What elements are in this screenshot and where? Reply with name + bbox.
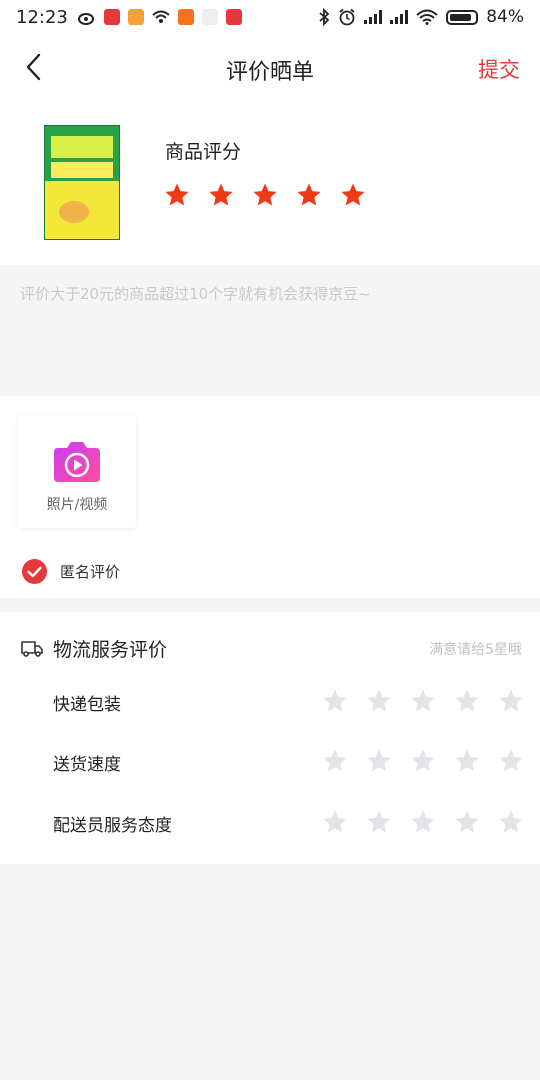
- app-notification-icon: [127, 9, 144, 25]
- star-icon[interactable]: [296, 182, 322, 208]
- product-rating-section: 商品评分: [0, 100, 540, 265]
- bluetooth-icon: [319, 8, 330, 26]
- star-icon[interactable]: [498, 688, 524, 714]
- star-icon[interactable]: [340, 182, 366, 208]
- camera-icon: [54, 442, 100, 482]
- star-icon[interactable]: [322, 809, 348, 835]
- battery-percent: 84%: [486, 7, 524, 27]
- logistics-title: 物流服务评价: [53, 639, 168, 661]
- app-notification-icon: [103, 9, 120, 25]
- status-right: 84%: [318, 7, 524, 27]
- courier-service-star-rating[interactable]: [322, 809, 524, 835]
- star-icon[interactable]: [454, 809, 480, 835]
- rating-row-label: 配送员服务态度: [53, 816, 172, 836]
- upload-photo-video-button[interactable]: 照片/视频: [18, 416, 136, 528]
- star-icon[interactable]: [498, 809, 524, 835]
- submit-button[interactable]: 提交: [478, 54, 520, 84]
- rating-row-packaging: 快递包装: [0, 682, 540, 722]
- star-icon[interactable]: [164, 182, 190, 208]
- anonymous-toggle[interactable]: 匿名评价: [22, 559, 120, 584]
- rating-row-courier-service: 配送员服务态度: [0, 803, 540, 843]
- app-notification-icon: [225, 9, 242, 25]
- rating-row-label: 快递包装: [53, 695, 121, 715]
- app-notification-icon: [201, 9, 218, 25]
- product-star-rating[interactable]: [164, 182, 366, 208]
- star-icon[interactable]: [366, 809, 392, 835]
- media-section: 照片/视频 匿名评价: [0, 396, 540, 598]
- delivery-speed-star-rating[interactable]: [322, 748, 524, 774]
- star-icon[interactable]: [252, 182, 278, 208]
- battery-icon: [446, 9, 479, 25]
- upload-label: 照片/视频: [46, 497, 108, 513]
- signal-icon: [364, 10, 383, 24]
- star-icon[interactable]: [322, 688, 348, 714]
- logistics-rating-section: 物流服务评价 满意请给5星哦 快递包装 送货速度 配送员服务态度: [0, 612, 540, 864]
- comment-input[interactable]: 评价大于20元的商品超过10个字就有机会获得京豆~: [0, 265, 540, 396]
- star-icon[interactable]: [410, 748, 436, 774]
- wifi-icon: [416, 9, 438, 25]
- header: 评价晒单 提交: [0, 34, 540, 100]
- comment-placeholder: 评价大于20元的商品超过10个字就有机会获得京豆~: [20, 285, 371, 303]
- page-title: 评价晒单: [225, 60, 314, 85]
- product-rating-label: 商品评分: [165, 141, 242, 163]
- status-bar: 12:23 84%: [0, 0, 540, 34]
- star-icon[interactable]: [366, 688, 392, 714]
- star-icon[interactable]: [208, 182, 234, 208]
- signal-icon: [390, 10, 409, 24]
- alarm-icon: [339, 8, 355, 26]
- star-icon[interactable]: [410, 688, 436, 714]
- app-notification-icon: [177, 9, 194, 25]
- star-icon[interactable]: [366, 748, 392, 774]
- status-time: 12:23: [16, 6, 68, 28]
- checkmark-icon[interactable]: [22, 559, 47, 584]
- star-icon[interactable]: [410, 809, 436, 835]
- anonymous-label: 匿名评价: [60, 563, 121, 581]
- wifi-notification-icon: [152, 10, 170, 23]
- product-image[interactable]: [44, 125, 120, 240]
- truck-icon: [21, 641, 43, 657]
- star-icon[interactable]: [454, 748, 480, 774]
- rating-row-label: 送货速度: [53, 755, 121, 775]
- packaging-star-rating[interactable]: [322, 688, 524, 714]
- weibo-notification-icon: [77, 13, 94, 25]
- rating-row-delivery-speed: 送货速度: [0, 742, 540, 782]
- logistics-hint: 满意请给5星哦: [429, 642, 522, 658]
- notification-icons: [77, 9, 242, 25]
- star-icon[interactable]: [322, 748, 348, 774]
- star-icon[interactable]: [454, 688, 480, 714]
- star-icon[interactable]: [498, 748, 524, 774]
